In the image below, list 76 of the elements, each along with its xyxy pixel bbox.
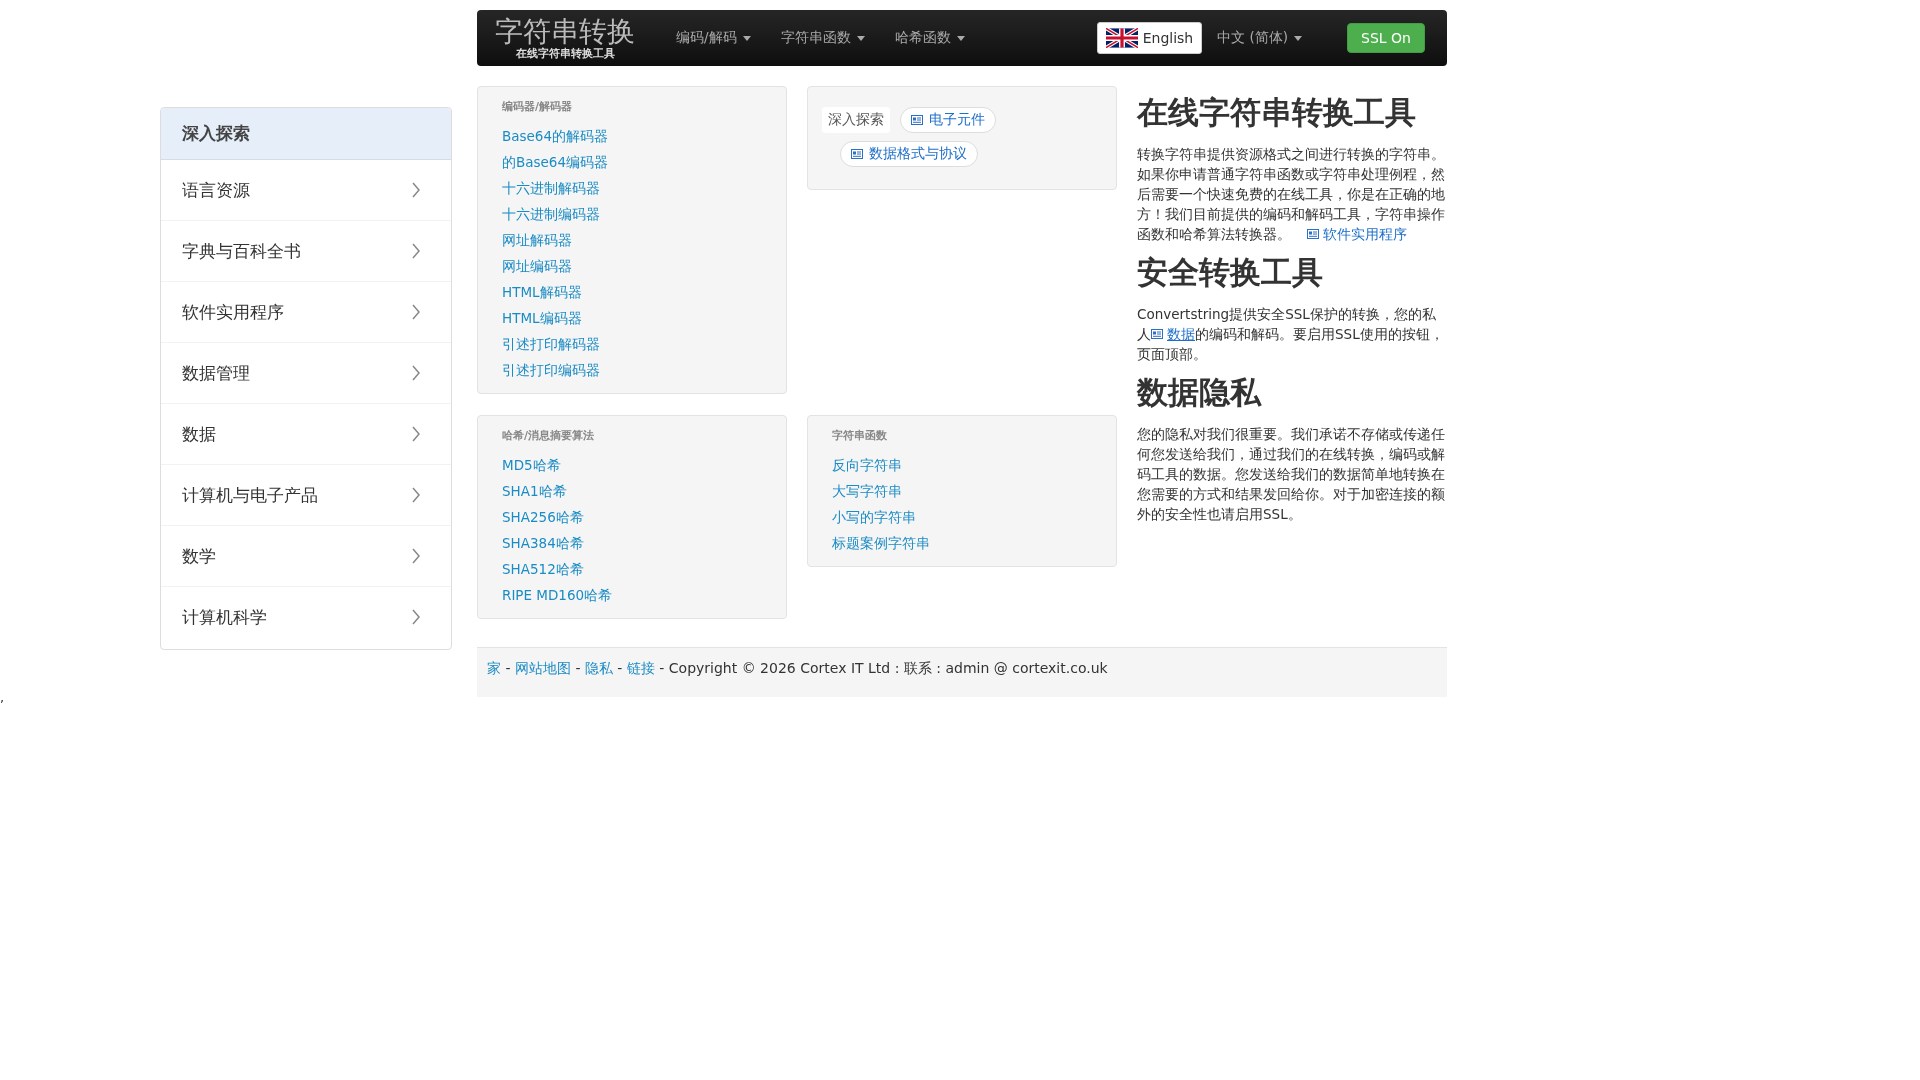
tag-link[interactable]: 数据格式与协议	[840, 141, 978, 167]
tool-link[interactable]: HTML解码器	[502, 279, 582, 305]
paragraph: Convertstring提供安全SSL保护的转换，您的私人 数据的编码和解码。要启用SSL使用的按钮，页面顶部。	[1137, 305, 1445, 364]
card-heading: 字符串函数	[832, 428, 888, 443]
tool-link[interactable]: 反向字符串	[832, 452, 902, 478]
tool-link[interactable]: 的Base64编码器	[502, 149, 609, 175]
footer-link[interactable]: 家	[487, 660, 501, 676]
document-icon	[851, 149, 863, 159]
tool-link[interactable]: SHA256哈希	[502, 504, 584, 530]
tool-link[interactable]: 网址解码器	[502, 227, 572, 253]
brand-logo[interactable]: 字符串转换 在线字符串转换工具	[495, 16, 635, 60]
sidebar-item[interactable]: 软件实用程序	[161, 282, 451, 343]
document-icon	[1307, 229, 1319, 239]
sidebar-item[interactable]: 字典与百科全书	[161, 221, 451, 282]
footer-link[interactable]: 链接	[626, 660, 655, 676]
tool-link[interactable]: 引述打印解码器	[502, 331, 600, 357]
tool-link[interactable]: MD5哈希	[502, 452, 561, 478]
tool-link[interactable]: 网址编码器	[502, 253, 572, 279]
tool-link[interactable]: 小写的字符串	[832, 504, 916, 530]
footer-text: -	[504, 660, 512, 676]
section-heading: 安全转换工具	[1137, 254, 1324, 290]
sidebar-item[interactable]: 数据管理	[161, 343, 451, 404]
chevron-icon	[411, 426, 421, 442]
chevron-icon	[411, 304, 421, 320]
tool-link[interactable]: SHA512哈希	[502, 556, 584, 582]
chevron-icon	[411, 182, 421, 198]
chevron-icon	[411, 548, 421, 564]
stray-text: ,	[0, 690, 5, 705]
sidebar-item[interactable]: 计算机科学	[161, 587, 451, 647]
sidebar-item[interactable]: 语言资源	[161, 160, 451, 221]
tool-link[interactable]: SHA1哈希	[502, 478, 567, 504]
tool-link[interactable]: HTML编码器	[502, 305, 582, 331]
tool-link[interactable]: 大写字符串	[832, 478, 902, 504]
chevron-icon	[411, 365, 421, 381]
caret-icon	[956, 35, 965, 41]
tool-link[interactable]: 十六进制解码器	[502, 175, 600, 201]
tool-link[interactable]: 引述打印编码器	[502, 357, 600, 383]
footer-text: -	[616, 660, 624, 676]
tag-label: 深入探索	[822, 107, 890, 133]
tool-link[interactable]: RIPE MD160哈希	[502, 582, 613, 608]
nav-menu[interactable]: 哈希函数	[879, 29, 980, 47]
chevron-icon	[411, 243, 421, 259]
document-icon	[911, 115, 923, 125]
section-heading: 数据隐私	[1137, 374, 1263, 410]
tool-link[interactable]: 十六进制编码器	[502, 201, 600, 227]
section-heading: 在线字符串转换工具	[1137, 94, 1417, 130]
card-heading: 编码器/解码器	[502, 99, 574, 114]
flag-icon	[1105, 28, 1138, 48]
tool-link[interactable]: 标题案例字符串	[832, 530, 930, 556]
footer-text: -	[574, 660, 582, 676]
card-heading: 哈希/消息摘要算法	[502, 428, 596, 443]
link[interactable]: 软件实用程序	[1307, 224, 1407, 244]
footer-link[interactable]: 网站地图	[514, 660, 571, 676]
caret-icon	[856, 35, 865, 41]
footer-link[interactable]: 隐私	[584, 660, 613, 676]
chevron-icon	[411, 487, 421, 503]
caret-icon	[742, 35, 751, 41]
nav-menu[interactable]: 编码/解码	[661, 29, 766, 47]
sidebar-item[interactable]: 计算机与电子产品	[161, 465, 451, 526]
sidebar-title: 深入探索	[161, 108, 451, 160]
tag-link[interactable]: 电子元件	[900, 107, 996, 133]
sidebar-item[interactable]: 数据	[161, 404, 451, 465]
paragraph: 转换字符串提供资源格式之间进行转换的字符串。如果你申请普通字符串函数或字符串处理例程，然后需要一个快速免费的在线工具，你是在正确的地方！我们目前提供的编码和解码工具，字符串操作函数和哈希算法转换器。 软件实用程序	[1137, 145, 1446, 244]
chevron-icon	[411, 609, 421, 625]
nav-menu[interactable]: 字符串函数	[765, 29, 880, 47]
language-menu[interactable]: 中文 (简体)	[1202, 29, 1318, 47]
paragraph: 您的隐私对我们很重要。我们承诺不存储或传递任何您发送给我们，通过我们的在线转换，编码或解码工具的数据。您发送给我们的数据简单地转换在您需要的方式和结果发回给你。对于加密连接的额外的安全性也请启用SSL。	[1137, 425, 1446, 524]
language-button[interactable]: English	[1096, 22, 1203, 54]
tool-link[interactable]: Base64的解码器	[502, 123, 609, 149]
caret-icon	[1294, 35, 1303, 41]
footer-text: - Copyright © 2026 Cortex IT Ltd : 联系 : admin @ cortexit.co.uk	[658, 660, 1108, 676]
ssl-button[interactable]: SSL On	[1347, 23, 1425, 53]
tool-link[interactable]: SHA384哈希	[502, 530, 584, 556]
link[interactable]: 数据	[1151, 324, 1195, 344]
sidebar-item[interactable]: 数学	[161, 526, 451, 587]
document-icon	[1151, 329, 1163, 339]
